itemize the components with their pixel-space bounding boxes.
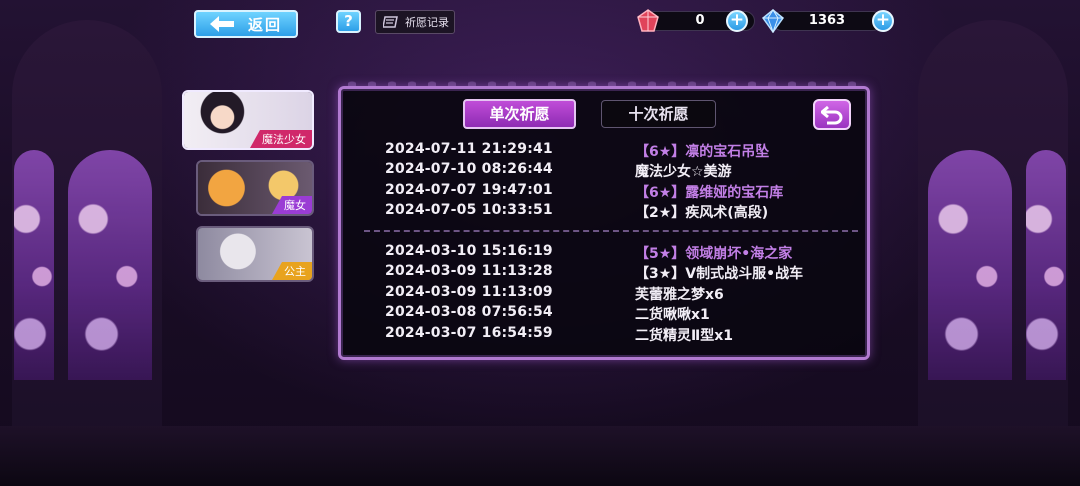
stained-glass-window [14,150,54,380]
return-icon [821,105,843,125]
record-item: 【6★】凛的宝石吊坠 [635,144,770,160]
record-row: 2024-07-10 08:26:44 魔法少女☆美游 [385,160,845,180]
record-time: 2024-07-10 08:26:44 [385,161,553,178]
character-tab-magical-girl[interactable]: 魔法少女 [182,90,314,150]
blue-crystal-icon [761,9,785,34]
single-wish-records: 2024-07-11 21:29:41 【6★】凛的宝石吊坠 2024-07-1… [385,140,845,222]
record-item: 魔法少女☆美游 [635,164,732,181]
record-item: 【5★】领域崩坏•海之家 [635,246,793,262]
ten-wish-records: 2024-03-10 15:16:19 【5★】领域崩坏•海之家 2024-03… [385,242,845,344]
record-time: 2024-03-10 15:16:19 [385,243,553,259]
record-item: 芙蕾雅之梦x6 [635,286,724,303]
tab-ten-wish[interactable]: 十次祈愿 [601,100,716,128]
record-item: 【3★】V制式战斗服•战车 [635,266,804,283]
record-time: 2024-03-09 11:13:28 [385,263,553,280]
back-arrow-icon [210,16,234,32]
record-time: 2024-07-05 10:33:51 [385,202,553,219]
return-button[interactable] [813,99,851,130]
record-time: 2024-03-09 11:13:09 [385,283,553,300]
character-tag: 魔法少女 [250,130,312,148]
wish-record-button[interactable]: 祈愿记录 [375,10,455,34]
record-row: 2024-07-07 19:47:01 【6★】露维娅的宝石库 [385,181,845,201]
scroll-icon [382,15,399,29]
character-tab-princess[interactable]: 公主 [196,226,314,282]
record-row: 2024-07-11 21:29:41 【6★】凛的宝石吊坠 [385,140,845,160]
record-row: 2024-03-09 11:13:09 芙蕾雅之梦x6 [385,283,845,303]
section-divider [364,230,858,232]
back-label: 返回 [248,15,283,34]
wish-record-label: 祈愿记录 [405,16,449,29]
record-time: 2024-07-07 19:47:01 [385,181,553,198]
add-red-currency-button[interactable]: + [726,10,748,32]
tab-single-wish[interactable]: 单次祈愿 [463,99,576,129]
record-time: 2024-07-11 21:29:41 [385,141,553,157]
record-item: 二货啾啾x1 [635,307,710,324]
help-button[interactable]: ? [336,10,361,33]
character-tab-witch[interactable]: 魔女 [196,160,314,216]
record-item: 二货精灵Ⅱ型x1 [635,327,733,344]
back-button[interactable]: 返回 [194,10,298,38]
add-blue-currency-button[interactable]: + [872,10,894,32]
record-time: 2024-03-08 07:56:54 [385,304,553,321]
stained-glass-window [1026,150,1066,380]
record-row: 2024-07-05 10:33:51 【2★】疾风术(高段) [385,201,845,221]
record-row: 2024-03-09 11:13:28 【3★】V制式战斗服•战车 [385,262,845,282]
floor [0,426,1080,486]
record-row: 2024-03-07 16:54:59 二货精灵Ⅱ型x1 [385,324,845,344]
red-crystal-icon [636,9,660,33]
record-time: 2024-03-07 16:54:59 [385,324,553,341]
stained-glass-window [928,150,1012,380]
record-row: 2024-03-10 15:16:19 【5★】领域崩坏•海之家 [385,242,845,262]
blue-currency-counter: 1363 [772,11,882,31]
record-item: 【6★】露维娅的宝石库 [635,184,784,201]
stained-glass-window [68,150,152,380]
record-row: 2024-03-08 07:56:54 二货啾啾x1 [385,303,845,323]
record-item: 【2★】疾风术(高段) [635,205,769,222]
